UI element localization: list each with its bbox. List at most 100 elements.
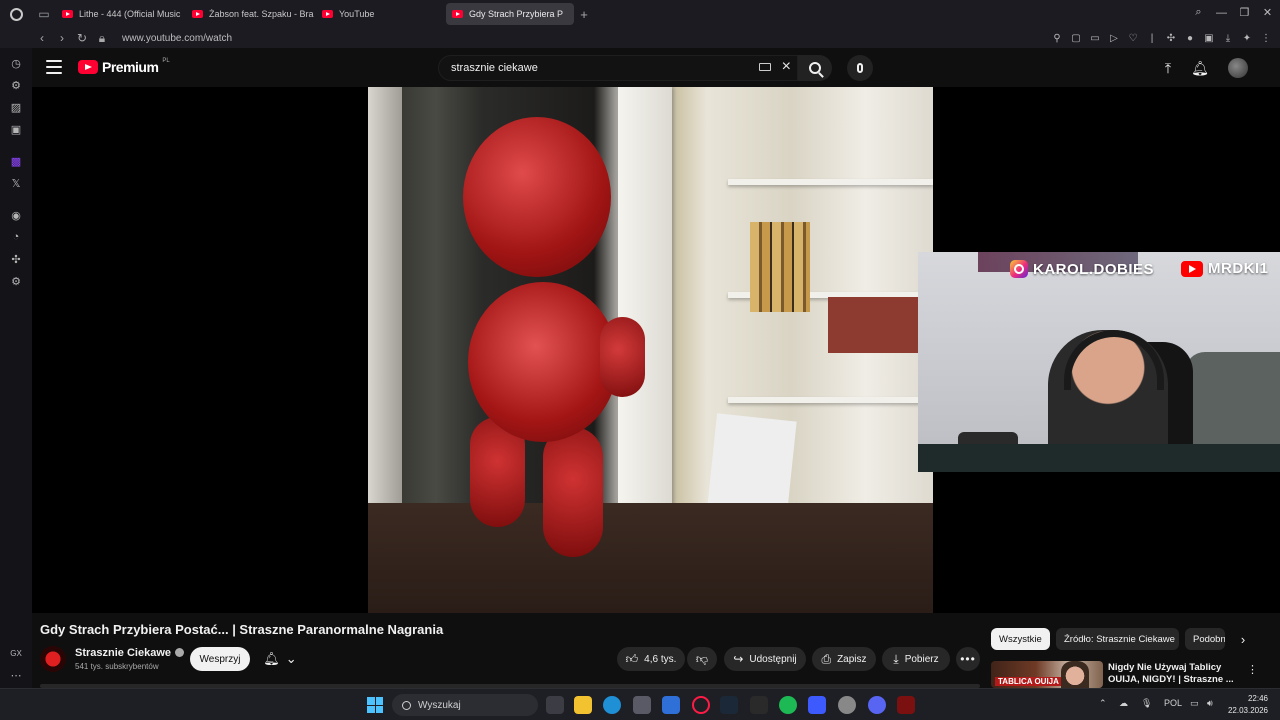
wallet-icon[interactable]: ▣: [1201, 30, 1217, 46]
aria-ai-icon[interactable]: ✦: [1239, 30, 1255, 46]
app-icon[interactable]: [750, 696, 768, 714]
close-window-icon[interactable]: ✕: [1259, 4, 1276, 21]
chip-all[interactable]: Wszystkie: [991, 628, 1050, 650]
microphone-tray-icon[interactable]: 🎙︎: [1141, 698, 1152, 709]
search-icon: [402, 700, 411, 710]
volume-tray-icon[interactable]: 🔊︎: [1207, 698, 1213, 709]
guide-menu-icon[interactable]: [46, 60, 62, 74]
opera-menu-icon[interactable]: [0, 0, 32, 28]
tab-youtube[interactable]: YouTube: [316, 3, 444, 25]
steam-icon[interactable]: [720, 696, 738, 714]
youtube-icon: [1181, 260, 1203, 277]
x-twitter-icon[interactable]: 𝕏: [5, 172, 27, 194]
extensions-icon[interactable]: ✣: [5, 248, 27, 270]
tab-label: Żabson feat. Szpaku - Bra: [209, 9, 314, 19]
search-input[interactable]: strasznie ciekawe ×: [438, 55, 798, 81]
task-view-icon[interactable]: [546, 696, 564, 714]
tab-lithe[interactable]: Lithe - 444 (Official Music: [56, 3, 184, 25]
more-icon[interactable]: ⋯: [5, 664, 27, 686]
tab-zabson[interactable]: Żabson feat. Szpaku - Bra: [186, 3, 314, 25]
video-player[interactable]: KAROL.DOBIES MRDKI1: [32, 87, 1280, 613]
pin-icon[interactable]: ⚲: [1049, 30, 1065, 46]
browser-menu-icon[interactable]: ⋮: [1258, 30, 1274, 46]
new-tab-button[interactable]: +: [576, 6, 592, 22]
channel-avatar[interactable]: [40, 646, 66, 672]
save-button[interactable]: ⎙ Zapisz: [812, 647, 876, 671]
recommendation-thumbnail[interactable]: TABLICA OUIJA: [991, 661, 1103, 688]
chip-related[interactable]: Podobne: [1185, 628, 1225, 650]
gx-label[interactable]: GX: [5, 642, 27, 664]
snapshot-icon[interactable]: ▢: [1068, 30, 1084, 46]
support-button[interactable]: Wesprzyj: [190, 647, 250, 671]
recommendation-menu-icon[interactable]: ⋮: [1247, 663, 1258, 676]
heart-icon[interactable]: ♡: [1125, 30, 1141, 46]
spotify-icon[interactable]: [779, 696, 797, 714]
download-icon: ⤓: [893, 651, 899, 666]
tab-active-video[interactable]: Gdy Strach Przybiera P: [446, 3, 574, 25]
subscriber-count: 541 tys. subskrybentów: [75, 662, 159, 671]
voice-search-button[interactable]: [847, 55, 873, 81]
window-controls: ⌕ — ❐ ✕: [1190, 4, 1276, 21]
app-icon-2[interactable]: [808, 696, 826, 714]
extensions-icon[interactable]: ✣: [1163, 30, 1179, 46]
twitch-icon[interactable]: ▩: [5, 150, 27, 172]
settings-icon[interactable]: ⚙: [5, 270, 27, 292]
discord-icon[interactable]: [868, 696, 886, 714]
dislike-button[interactable]: 👎︎: [687, 647, 717, 671]
taskbar-clock[interactable]: 22:46 22.03.2026: [1228, 693, 1268, 717]
player-icon[interactable]: ◉: [5, 204, 27, 226]
search-button[interactable]: [798, 55, 832, 81]
recommendation-title[interactable]: Nigdy Nie Używaj Tablicy OUIJA, NIGDY! |…: [1108, 662, 1238, 688]
taskbar-search[interactable]: Wyszukaj: [392, 694, 538, 716]
store-icon[interactable]: [633, 696, 651, 714]
keyboard-icon[interactable]: [759, 63, 771, 71]
instagram-handle: KAROL.DOBIES: [1010, 260, 1154, 278]
more-actions-button[interactable]: •••: [956, 647, 980, 671]
history-speed-icon[interactable]: ◷: [5, 52, 27, 74]
network-tray-icon[interactable]: ☁: [1119, 698, 1128, 709]
download-icon[interactable]: ⤓: [1220, 30, 1236, 46]
clipboard-icon[interactable]: ▨: [5, 96, 27, 118]
gx-mods-icon[interactable]: ▣: [5, 118, 27, 140]
display-tray-icon[interactable]: ▭: [1190, 698, 1199, 709]
maximize-icon[interactable]: ❐: [1236, 4, 1253, 21]
notifications-bell-icon[interactable]: 🔔︎: [1189, 57, 1211, 79]
chevron-right-icon[interactable]: ›: [1234, 630, 1252, 648]
bell-icon: 🔔︎: [263, 651, 280, 666]
control-icon[interactable]: ⚙: [5, 74, 27, 96]
url-field[interactable]: www.youtube.com/watch: [122, 33, 232, 44]
workspaces-icon[interactable]: ▭: [32, 0, 56, 28]
clear-search-icon[interactable]: ×: [782, 58, 791, 76]
download-button[interactable]: ⤓ Pobierz: [882, 647, 950, 671]
upload-icon[interactable]: ⤒: [1157, 57, 1179, 79]
windows-start-icon[interactable]: [367, 697, 383, 713]
tab-icon[interactable]: ▭: [1087, 30, 1103, 46]
thumbs-up-icon: 👍︎: [625, 651, 639, 666]
youtube-favicon-icon: [62, 10, 73, 18]
security-icon[interactable]: [897, 696, 915, 714]
tray-overflow-icon[interactable]: ⌃: [1099, 698, 1107, 709]
youtube-premium-logo[interactable]: Premium PL: [78, 58, 170, 75]
subscription-bell-button[interactable]: 🔔︎ ⌄: [255, 647, 305, 671]
account-avatar[interactable]: [1228, 58, 1248, 78]
forward-icon[interactable]: ›: [52, 28, 72, 48]
microphone-icon: [857, 63, 863, 73]
chip-source[interactable]: Źródło: Strasznie Ciekawe: [1056, 628, 1179, 650]
reload-icon[interactable]: ↻: [72, 28, 92, 48]
share-button[interactable]: ↪ Udostępnij: [724, 647, 806, 671]
like-button[interactable]: 👍︎ 4,6 tys.: [617, 647, 685, 671]
profile-icon[interactable]: ●: [1182, 30, 1198, 46]
channel-name[interactable]: Strasznie Ciekawe: [75, 647, 184, 659]
app-icon-3[interactable]: [838, 696, 856, 714]
language-indicator[interactable]: POL: [1164, 698, 1182, 708]
mail-icon[interactable]: [662, 696, 680, 714]
history-icon[interactable]: ◔: [5, 226, 27, 248]
video-frame[interactable]: [368, 87, 933, 613]
minimize-icon[interactable]: —: [1213, 4, 1230, 21]
search-tabs-icon[interactable]: ⌕: [1190, 4, 1207, 21]
file-explorer-icon[interactable]: [574, 696, 592, 714]
edge-icon[interactable]: [603, 696, 621, 714]
back-icon[interactable]: ‹: [32, 28, 52, 48]
player-icon[interactable]: ▷: [1106, 30, 1122, 46]
opera-gx-icon[interactable]: [692, 696, 710, 714]
